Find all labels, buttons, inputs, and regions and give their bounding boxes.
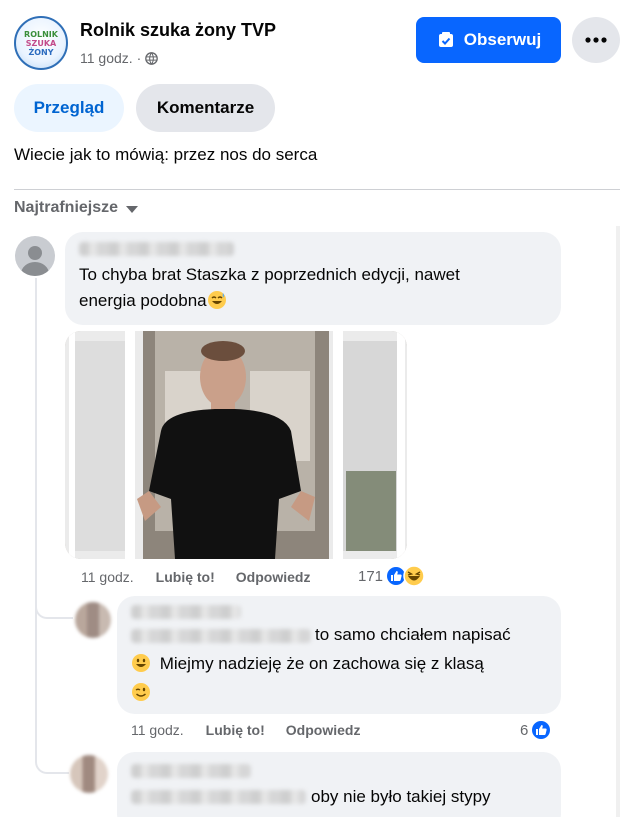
like-action[interactable]: Lubię to! xyxy=(156,569,215,585)
reaction-summary[interactable]: 171 xyxy=(358,565,425,587)
comment-text-line1: To chyba brat Staszka z poprzednich edyc… xyxy=(79,265,460,284)
thread-line xyxy=(35,278,37,758)
tab-overview[interactable]: Przegląd xyxy=(14,84,124,132)
avatar[interactable] xyxy=(75,602,111,638)
reply-action[interactable]: Odpowiedz xyxy=(286,722,361,738)
comment-bubble: to samo chciałem napisać Miejmy nadzieję… xyxy=(117,596,561,714)
comment-bubble: oby nie było takiej stypy xyxy=(117,752,561,817)
post-time[interactable]: 11 godz. xyxy=(80,50,133,66)
comment-text-line2: Miejmy nadzieję że on zachowa się z klas… xyxy=(159,654,484,673)
reaction-count: 6 xyxy=(520,721,529,739)
page-name[interactable]: Rolnik szuka żony TVP xyxy=(80,20,276,41)
like-action[interactable]: Lubię to! xyxy=(206,722,265,738)
laughing-reaction-icon xyxy=(403,565,425,587)
commenter-name-redacted[interactable] xyxy=(79,242,234,256)
post-text: Wiecie jak to mówią: przez nos do serca xyxy=(14,145,318,164)
scrollbar[interactable] xyxy=(616,226,620,817)
mentioned-name-redacted[interactable] xyxy=(131,790,306,804)
post-meta: 11 godz. · xyxy=(80,50,159,66)
comment-actions: 11 godz. Lubię to! Odpowiedz xyxy=(131,722,360,738)
comment-bubble: To chyba brat Staszka z poprzednich edyc… xyxy=(65,232,561,325)
reaction-count: 171 xyxy=(358,567,384,585)
comment-text-line1: to samo chciałem napisać xyxy=(315,625,511,644)
divider xyxy=(14,189,620,190)
comment-time[interactable]: 11 godz. xyxy=(81,569,134,585)
logo-text-1: ROLNIK xyxy=(24,29,58,39)
post-header: ROLNIK SZUKA ŻONY Rolnik szuka żony TVP … xyxy=(0,0,620,80)
tab-comments[interactable]: Komentarze xyxy=(136,84,275,132)
commenter-name-redacted[interactable] xyxy=(131,764,251,778)
follow-button[interactable]: Obserwuj xyxy=(416,17,561,63)
avatar[interactable] xyxy=(15,236,55,276)
ellipsis-icon xyxy=(585,37,607,43)
comment-photo[interactable] xyxy=(65,331,407,559)
man-in-black-shirt-photo xyxy=(65,331,407,559)
avatar-head xyxy=(27,245,43,260)
follow-icon xyxy=(438,32,453,47)
thread-elbow xyxy=(35,592,73,619)
comment-text-line2-wrap: Miejmy nadzieję że on zachowa się z klas… xyxy=(131,651,484,677)
comment-sort-dropdown[interactable]: Najtrafniejsze xyxy=(14,199,139,217)
page-avatar[interactable]: ROLNIK SZUKA ŻONY xyxy=(14,16,68,70)
avatar-body xyxy=(21,262,49,276)
follow-label: Obserwuj xyxy=(463,30,542,49)
comment-time[interactable]: 11 godz. xyxy=(131,722,184,738)
wink-emoji xyxy=(132,683,150,701)
comment-text-line2: energia podobna xyxy=(79,291,207,310)
reply-action[interactable]: Odpowiedz xyxy=(236,569,311,585)
meta-separator: · xyxy=(136,50,142,66)
comment-actions: 11 godz. Lubię to! Odpowiedz xyxy=(81,569,310,585)
more-options-button[interactable] xyxy=(572,17,620,63)
comment-text-line1: oby nie było takiej stypy xyxy=(311,787,491,806)
reaction-summary[interactable]: 6 xyxy=(520,719,553,741)
logo-text-3: ŻONY xyxy=(28,47,54,57)
caret-down-icon xyxy=(126,205,139,213)
mentioned-name-redacted[interactable] xyxy=(131,629,311,643)
avatar[interactable] xyxy=(70,755,108,793)
globe-icon xyxy=(145,51,159,65)
commenter-name-redacted[interactable] xyxy=(131,605,241,619)
grinning-sweat-emoji xyxy=(207,291,226,309)
thread-elbow xyxy=(35,748,69,774)
post-tabs: Przegląd Komentarze xyxy=(14,84,275,132)
like-reaction-icon xyxy=(530,719,553,741)
grinning-emoji xyxy=(132,654,150,672)
sort-label: Najtrafniejsze xyxy=(14,199,119,216)
comment-text: To chyba brat Staszka z poprzednich edyc… xyxy=(79,262,549,314)
logo-text-2: SZUKA xyxy=(25,38,57,48)
